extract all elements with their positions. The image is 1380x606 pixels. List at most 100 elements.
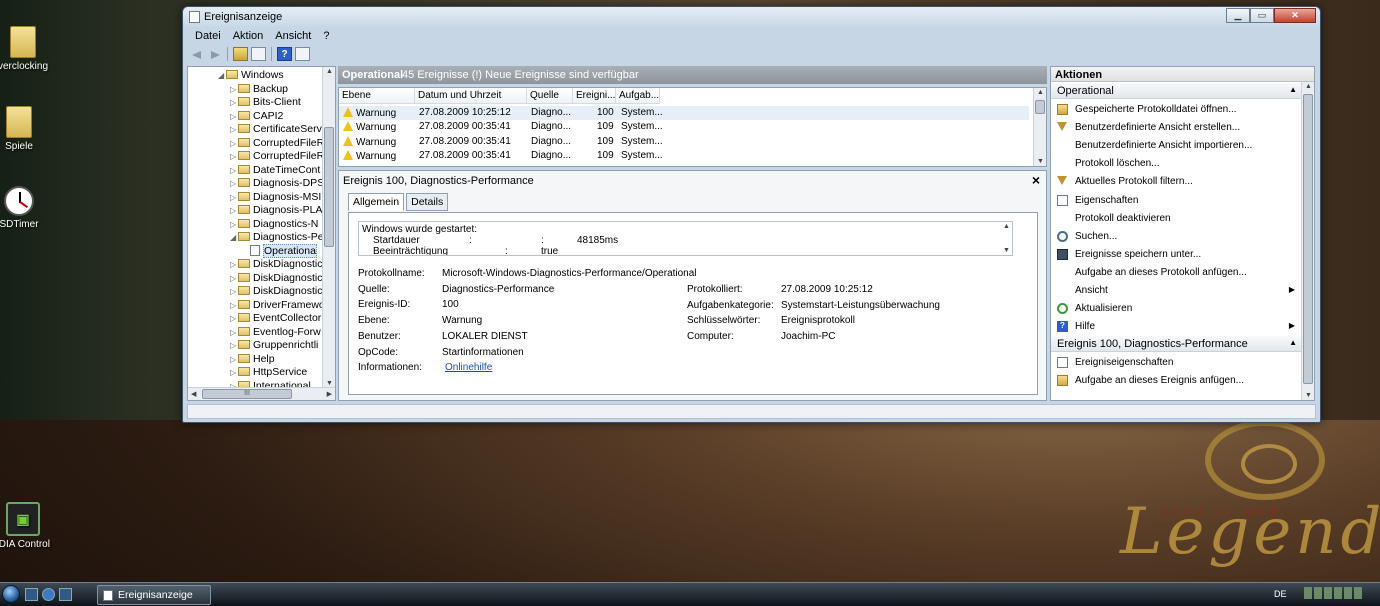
- action-item[interactable]: Eigenschaften: [1051, 192, 1303, 210]
- minimize-button[interactable]: ▁: [1226, 8, 1250, 23]
- expand-triangle-icon[interactable]: ▷: [230, 193, 238, 202]
- collapse-triangle-icon[interactable]: ◢: [230, 233, 238, 242]
- action-item[interactable]: Ereigniseigenschaften: [1051, 354, 1303, 372]
- scrollbar-thumb[interactable]: [1035, 100, 1045, 114]
- expand-triangle-icon[interactable]: ▷: [230, 179, 238, 188]
- expand-triangle-icon[interactable]: ▷: [230, 85, 238, 94]
- scroll-left-arrow-icon[interactable]: ◀: [191, 390, 196, 398]
- back-arrow-icon[interactable]: [189, 47, 204, 61]
- forward-arrow-icon[interactable]: [207, 47, 222, 61]
- tree-item[interactable]: ▷ CAPI2: [230, 110, 283, 124]
- actions-vertical-scrollbar[interactable]: ▲ ▼: [1301, 82, 1314, 400]
- scroll-up-arrow-icon[interactable]: ▲: [1305, 83, 1312, 90]
- column-header-ebene[interactable]: Ebene: [339, 88, 415, 104]
- tray-icon[interactable]: [1324, 587, 1332, 600]
- scroll-down-arrow-icon[interactable]: ▼: [326, 380, 333, 387]
- expand-triangle-icon[interactable]: ▷: [230, 139, 238, 148]
- table-row[interactable]: Warnung 27.08.2009 00:35:41 Diagno... 109 Sy…: [339, 135, 1029, 149]
- menu-aktion[interactable]: Aktion: [227, 28, 270, 45]
- scroll-up-arrow-icon[interactable]: ▲: [1003, 223, 1010, 230]
- collapse-caret-icon[interactable]: ▲: [1289, 85, 1297, 94]
- expand-triangle-icon[interactable]: ▷: [230, 274, 238, 283]
- help-icon[interactable]: ?: [277, 47, 292, 61]
- actions-section-header[interactable]: Operational ▲: [1051, 83, 1303, 99]
- desktop-icon-spiele[interactable]: Spiele: [0, 106, 54, 152]
- expand-triangle-icon[interactable]: ▷: [230, 260, 238, 269]
- action-item[interactable]: Ereignisse speichern unter...: [1051, 246, 1303, 264]
- scroll-down-arrow-icon[interactable]: ▼: [1003, 247, 1010, 254]
- scroll-up-arrow-icon[interactable]: ▲: [1037, 89, 1044, 96]
- desktop-icon-nvidia-control[interactable]: ▣ IDIA Control: [0, 502, 58, 550]
- tray-icon[interactable]: [1344, 587, 1352, 600]
- tree-item[interactable]: ▷ Diagnostics-N: [230, 218, 318, 232]
- action-item[interactable]: Benutzerdefinierte Ansicht importieren..…: [1051, 137, 1303, 155]
- column-header-datum[interactable]: Datum und Uhrzeit: [415, 88, 527, 104]
- expand-triangle-icon[interactable]: ▷: [230, 98, 238, 107]
- column-header-quelle[interactable]: Quelle: [527, 88, 573, 104]
- desktop-icon-sdtimer[interactable]: SDTimer: [0, 186, 54, 230]
- scroll-right-arrow-icon[interactable]: ▶: [327, 390, 332, 398]
- maximize-button[interactable]: ▭: [1250, 8, 1274, 23]
- tree-item[interactable]: ▷ DateTimeCont: [230, 164, 320, 178]
- action-item[interactable]: Protokoll löschen...: [1051, 155, 1303, 173]
- tree-item[interactable]: Operationa: [242, 243, 317, 259]
- table-row[interactable]: Warnung 27.08.2009 10:25:12 Diagno... 100 Sy…: [339, 106, 1029, 120]
- tree-item[interactable]: ▷ CorruptedFileR: [230, 150, 324, 164]
- action-item[interactable]: Aktuelles Protokoll filtern...: [1051, 173, 1303, 191]
- tree-horizontal-scrollbar[interactable]: ◀ III ▶: [188, 387, 335, 400]
- start-button[interactable]: [2, 585, 20, 603]
- show-desktop-icon[interactable]: [25, 588, 38, 601]
- tree-item[interactable]: ▷ DiskDiagnostic: [230, 272, 322, 286]
- show-hide-tree-icon[interactable]: [251, 47, 266, 61]
- expand-triangle-icon[interactable]: ▷: [230, 287, 238, 296]
- tray-icon[interactable]: [1314, 587, 1322, 600]
- expand-triangle-icon[interactable]: ▷: [230, 301, 238, 310]
- expand-triangle-icon[interactable]: ▷: [230, 220, 238, 229]
- action-item[interactable]: Aktualisieren: [1051, 300, 1303, 318]
- tree-item[interactable]: ▷ CorruptedFileR: [230, 137, 324, 151]
- tree-item[interactable]: ◢ Windows: [218, 69, 284, 83]
- expand-triangle-icon[interactable]: ▷: [230, 328, 238, 337]
- tree-item[interactable]: ▷ DriverFramewo: [230, 299, 325, 313]
- tree-item[interactable]: ▷ Help: [230, 353, 275, 367]
- up-folder-icon[interactable]: [233, 47, 248, 61]
- expand-triangle-icon[interactable]: ▷: [230, 355, 238, 364]
- taskbar-button-ereignisanzeige[interactable]: Ereignisanzeige: [97, 585, 211, 605]
- tree-item[interactable]: ▷ DiskDiagnostic: [230, 258, 322, 272]
- tab-allgemein[interactable]: Allgemein: [348, 193, 405, 211]
- tree-item[interactable]: ▷ CertificateServ: [230, 123, 322, 137]
- column-header-aufgabe[interactable]: Aufgab...: [616, 88, 660, 104]
- scroll-down-arrow-icon[interactable]: ▼: [1037, 158, 1044, 165]
- tree-item[interactable]: ▷ HttpService: [230, 366, 307, 380]
- action-item[interactable]: Aufgabe an dieses Ereignis anfügen...: [1051, 372, 1303, 390]
- tab-details[interactable]: Details: [406, 193, 449, 211]
- tree-vertical-scrollbar[interactable]: ▲ ▼: [322, 67, 335, 388]
- menu-ansicht[interactable]: Ansicht: [269, 28, 317, 45]
- action-item[interactable]: Ansicht ▶: [1051, 282, 1303, 300]
- action-item[interactable]: Gespeicherte Protokolldatei öffnen...: [1051, 101, 1303, 119]
- menu-datei[interactable]: Datei: [189, 28, 227, 45]
- tree-item[interactable]: ▷ Diagnosis-MSI: [230, 191, 321, 205]
- tree-item[interactable]: ▷ EventCollector: [230, 312, 321, 326]
- expand-triangle-icon[interactable]: ▷: [230, 112, 238, 121]
- expand-triangle-icon[interactable]: ▷: [230, 314, 238, 323]
- menu-help[interactable]: ?: [317, 28, 335, 45]
- online-help-link[interactable]: Onlinehilfe: [445, 362, 492, 373]
- collapse-caret-icon[interactable]: ▲: [1289, 338, 1297, 347]
- scrollbar-thumb[interactable]: [1303, 94, 1313, 384]
- expand-triangle-icon[interactable]: ▷: [230, 152, 238, 161]
- table-row[interactable]: Warnung 27.08.2009 00:35:41 Diagno... 109 Sy…: [339, 149, 1029, 163]
- expand-triangle-icon[interactable]: ▷: [230, 166, 238, 175]
- scrollbar-thumb[interactable]: [324, 127, 334, 247]
- expand-triangle-icon[interactable]: ▷: [230, 125, 238, 134]
- tree-item[interactable]: ▷ Bits-Client: [230, 96, 301, 110]
- title-bar[interactable]: Ereignisanzeige ▁ ▭ ✕: [183, 7, 1320, 27]
- actions-section-header[interactable]: Ereignis 100, Diagnostics-Performance ▲: [1051, 336, 1303, 353]
- close-detail-icon[interactable]: ×: [1032, 172, 1040, 188]
- tree-item[interactable]: ▷ Diagnosis-PLA: [230, 204, 322, 218]
- scroll-down-arrow-icon[interactable]: ▼: [1305, 392, 1312, 399]
- collapse-triangle-icon[interactable]: ◢: [218, 71, 226, 80]
- show-hide-action-pane-icon[interactable]: [295, 47, 310, 61]
- tree-item[interactable]: ▷ DiskDiagnostic: [230, 285, 322, 299]
- internet-explorer-icon[interactable]: [42, 588, 55, 601]
